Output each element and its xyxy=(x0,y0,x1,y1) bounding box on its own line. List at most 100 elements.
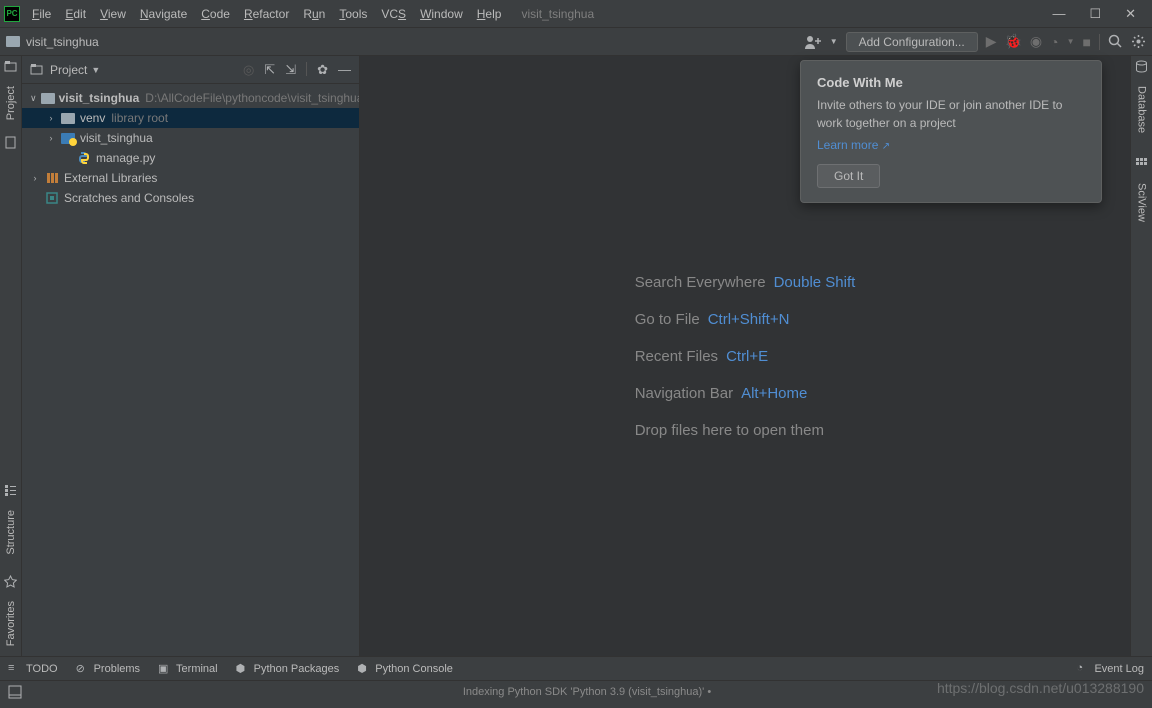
packages-icon: ⬢ xyxy=(236,662,249,675)
main-area: Project Structure Favorites Project ▼ ◎ … xyxy=(0,56,1152,656)
breadcrumb[interactable]: visit_tsinghua xyxy=(26,35,99,49)
window-title: visit_tsinghua xyxy=(521,7,594,21)
expand-arrow-icon[interactable]: › xyxy=(46,113,56,123)
hint-navbar: Navigation BarAlt+Home xyxy=(635,385,856,402)
locate-icon[interactable]: ◎ xyxy=(243,62,254,78)
hint-gotofile: Go to FileCtrl+Shift+N xyxy=(635,311,856,328)
favorites-tab-icon[interactable] xyxy=(4,575,18,589)
project-tool-window: Project ▼ ◎ ⇱ ⇲ ✿ — ∨ visit_tsinghua D:\… xyxy=(22,56,360,656)
expand-arrow-icon[interactable]: › xyxy=(30,173,40,183)
project-header: Project ▼ ◎ ⇱ ⇲ ✿ — xyxy=(22,56,359,84)
maximize-button[interactable]: ☐ xyxy=(1089,6,1101,22)
tool-windows-icon[interactable] xyxy=(8,685,22,699)
tree-label: visit_tsinghua xyxy=(80,131,153,145)
close-button[interactable]: ✕ xyxy=(1125,6,1136,22)
expand-arrow-icon[interactable]: › xyxy=(46,133,56,143)
more-icon[interactable]: ▼ xyxy=(1067,37,1075,46)
terminal-icon: ▣ xyxy=(158,662,171,675)
event-log-tab[interactable]: ◔Event Log xyxy=(1076,662,1144,675)
favorites-tab[interactable]: Favorites xyxy=(3,595,19,652)
todo-icon: ≡ xyxy=(8,662,21,675)
problems-icon: ⊘ xyxy=(76,662,89,675)
settings-icon[interactable]: ✿ xyxy=(317,62,328,78)
console-icon: ⬢ xyxy=(357,662,370,675)
menu-refactor[interactable]: Refactor xyxy=(244,7,289,21)
database-tab[interactable]: Database xyxy=(1134,80,1150,139)
tree-root[interactable]: ∨ visit_tsinghua D:\AllCodeFile\pythonco… xyxy=(22,88,359,108)
menu-code[interactable]: Code xyxy=(201,7,230,21)
separator xyxy=(1099,34,1100,50)
project-view-title[interactable]: Project xyxy=(50,63,87,77)
scratch-icon xyxy=(44,192,60,205)
menu-run[interactable]: Run xyxy=(303,7,325,21)
add-configuration-button[interactable]: Add Configuration... xyxy=(846,32,978,52)
window-controls: — ☐ ✕ xyxy=(1052,6,1148,22)
menu-window[interactable]: Window xyxy=(420,7,463,21)
terminal-tab[interactable]: ▣Terminal xyxy=(158,662,218,675)
collapse-all-icon[interactable]: ⇲ xyxy=(285,62,296,78)
tree-path: D:\AllCodeFile\pythoncode\visit_tsinghua xyxy=(145,91,359,105)
code-with-me-icon[interactable] xyxy=(804,33,822,51)
debug-icon[interactable]: 🐞 xyxy=(1004,33,1021,50)
hide-icon[interactable]: — xyxy=(338,62,351,78)
profile-icon[interactable]: ◔ xyxy=(1050,34,1058,50)
menu-view[interactable]: View xyxy=(100,7,126,21)
menu-file[interactable]: File xyxy=(32,7,51,21)
expand-arrow-icon[interactable]: ∨ xyxy=(30,93,37,104)
tree-label: External Libraries xyxy=(64,171,157,185)
sciview-tab-icon[interactable] xyxy=(1135,157,1149,171)
popup-title: Code With Me xyxy=(817,75,1085,90)
bookmark-tab-icon[interactable] xyxy=(4,136,18,150)
code-with-me-popup: Code With Me Invite others to your IDE o… xyxy=(800,60,1102,203)
tree-item-external[interactable]: › External Libraries xyxy=(22,168,359,188)
hint-recent: Recent FilesCtrl+E xyxy=(635,348,856,365)
todo-tab[interactable]: ≡TODO xyxy=(8,662,58,675)
drop-hint: Drop files here to open them xyxy=(635,422,856,439)
structure-tab-icon[interactable] xyxy=(4,484,18,498)
folder-icon xyxy=(60,112,76,125)
popup-learn-more-link[interactable]: Learn more ↗ xyxy=(817,138,890,152)
separator xyxy=(306,62,307,76)
menu-navigate[interactable]: Navigate xyxy=(140,7,187,21)
popup-got-it-button[interactable]: Got It xyxy=(817,164,880,188)
structure-tab[interactable]: Structure xyxy=(3,504,19,561)
stop-icon[interactable]: ■ xyxy=(1083,34,1091,50)
search-icon[interactable] xyxy=(1108,34,1123,49)
library-icon xyxy=(44,172,60,185)
tree-item-file[interactable]: manage.py xyxy=(22,148,359,168)
folder-icon xyxy=(6,36,20,47)
tree-item-subfolder[interactable]: › visit_tsinghua xyxy=(22,128,359,148)
left-tool-gutter: Project Structure Favorites xyxy=(0,56,22,656)
settings-icon[interactable] xyxy=(1131,34,1146,49)
dropdown-icon[interactable]: ▼ xyxy=(91,65,100,75)
python-file-icon xyxy=(76,152,92,165)
titlebar: PC File Edit View Navigate Code Refactor… xyxy=(0,0,1152,28)
database-tab-icon[interactable] xyxy=(1135,60,1149,74)
menu-help[interactable]: Help xyxy=(477,7,502,21)
python-folder-icon xyxy=(60,132,76,145)
console-tab[interactable]: ⬢Python Console xyxy=(357,662,453,675)
right-tool-gutter: Database SciView xyxy=(1130,56,1152,656)
editor-empty-state[interactable]: Search EverywhereDouble Shift Go to File… xyxy=(360,56,1130,656)
navigation-bar: visit_tsinghua ▼ Add Configuration... ▶ … xyxy=(0,28,1152,56)
tree-item-venv[interactable]: › venv library root xyxy=(22,108,359,128)
sciview-tab[interactable]: SciView xyxy=(1134,177,1150,228)
dropdown-icon[interactable]: ▼ xyxy=(830,37,838,46)
tree-item-scratches[interactable]: Scratches and Consoles xyxy=(22,188,359,208)
project-tab-icon[interactable] xyxy=(4,60,18,74)
problems-tab[interactable]: ⊘Problems xyxy=(76,662,140,675)
tree-label: Scratches and Consoles xyxy=(64,191,194,205)
tree-hint: library root xyxy=(111,111,168,125)
coverage-icon[interactable]: ◉ xyxy=(1030,33,1042,50)
packages-tab[interactable]: ⬢Python Packages xyxy=(236,662,340,675)
minimize-button[interactable]: — xyxy=(1052,6,1065,22)
expand-all-icon[interactable]: ⇱ xyxy=(264,62,275,78)
run-icon[interactable]: ▶ xyxy=(986,33,997,50)
project-tab[interactable]: Project xyxy=(3,80,19,126)
menu-tools[interactable]: Tools xyxy=(339,7,367,21)
tree-label: manage.py xyxy=(96,151,155,165)
app-icon: PC xyxy=(4,6,20,22)
menu-vcs[interactable]: VCS xyxy=(381,7,406,21)
menu-edit[interactable]: Edit xyxy=(65,7,86,21)
project-tree: ∨ visit_tsinghua D:\AllCodeFile\pythonco… xyxy=(22,84,359,212)
